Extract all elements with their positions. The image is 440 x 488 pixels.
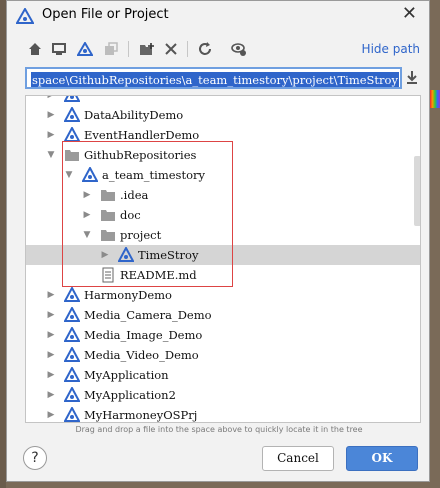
help-button[interactable]: ? [23, 446, 47, 470]
project-icon [63, 96, 81, 103]
tree-row[interactable]: ▶ Media_Image_Demo [26, 325, 420, 345]
expand-arrow-icon[interactable]: ▶ [46, 105, 56, 125]
annotation-highlight-box [62, 141, 233, 287]
expand-arrow-icon[interactable]: ▶ [46, 125, 56, 145]
tree-row-label: MyApplication [84, 368, 169, 382]
project-icon [63, 385, 81, 403]
tree-row[interactable]: ▶ MyHarmoneyOSPrj [26, 405, 420, 422]
show-hidden-icon[interactable] [229, 39, 249, 59]
tree-row[interactable]: ▶ MyApplication [26, 365, 420, 385]
delete-icon[interactable] [161, 39, 181, 59]
toolbar: Hide path [7, 37, 429, 61]
ok-button[interactable]: OK [346, 446, 418, 471]
expand-arrow-icon[interactable]: ▶ [46, 405, 56, 422]
tree-row-label: MyHarmoneyOSPrj [84, 408, 198, 422]
project-icon [63, 105, 81, 123]
path-input[interactable]: space\GithubRepositories\a_team_timestor… [25, 67, 402, 89]
tree-row[interactable]: ▶ [26, 96, 420, 105]
project-icon [63, 325, 81, 343]
title-bar: Open File or Project ✕ [7, 1, 429, 31]
new-folder-icon[interactable] [137, 39, 157, 59]
expand-arrow-icon[interactable]: ▶ [46, 365, 56, 385]
tree-row-label: Media_Video_Demo [84, 348, 199, 362]
project-icon [63, 365, 81, 383]
tree-row-label: MyApplication2 [84, 388, 176, 402]
tree-row-label: HarmonyDemo [84, 288, 172, 302]
file-tree[interactable]: ▶ ▶ DataAbilityDemo ▶ EventHandlerDemo ▼ Githu… [25, 95, 421, 423]
tree-row[interactable]: ▶ DataAbilityDemo [26, 105, 420, 125]
tree-row[interactable]: ▶ MyApplication2 [26, 385, 420, 405]
hide-path-link[interactable]: Hide path [362, 42, 420, 56]
toolbar-separator [128, 41, 129, 57]
tree-row-label: DataAbilityDemo [84, 108, 184, 122]
collapse-arrow-icon[interactable]: ▼ [46, 145, 56, 165]
open-file-dialog: Open File or Project ✕ Hide path space\G… [6, 0, 430, 482]
tree-row[interactable]: ▶ Media_Camera_Demo [26, 305, 420, 325]
project-icon [63, 345, 81, 363]
expand-arrow-icon[interactable]: ▶ [46, 96, 56, 105]
expand-arrow-icon[interactable]: ▶ [46, 325, 56, 345]
drag-drop-hint: Drag and drop a file into the space abov… [75, 425, 363, 434]
project-icon [63, 405, 81, 422]
app-logo-icon [16, 8, 34, 24]
home-icon[interactable] [25, 39, 45, 59]
toolbar-separator [187, 41, 188, 57]
refresh-icon[interactable] [195, 39, 215, 59]
expand-arrow-icon[interactable]: ▶ [46, 385, 56, 405]
window-title: Open File or Project [42, 7, 169, 22]
cancel-button[interactable]: Cancel [262, 446, 334, 471]
tree-row-label: Media_Camera_Demo [84, 308, 212, 322]
project-icon[interactable] [75, 39, 95, 59]
project-icon [63, 305, 81, 323]
tree-row[interactable]: ▶ HarmonyDemo [26, 285, 420, 305]
tree-row-label: Media_Image_Demo [84, 328, 203, 342]
tree-row[interactable]: ▶ Media_Video_Demo [26, 345, 420, 365]
expand-arrow-icon[interactable]: ▶ [46, 345, 56, 365]
close-icon[interactable]: ✕ [402, 4, 417, 24]
background-right [430, 90, 440, 108]
download-icon[interactable] [405, 69, 419, 85]
project-icon [63, 285, 81, 303]
expand-arrow-icon[interactable]: ▶ [46, 305, 56, 325]
desktop-icon[interactable] [49, 39, 69, 59]
module-icon [101, 39, 121, 59]
path-input-value: space\GithubRepositories\a_team_timestor… [31, 72, 399, 87]
expand-arrow-icon[interactable]: ▶ [46, 285, 56, 305]
